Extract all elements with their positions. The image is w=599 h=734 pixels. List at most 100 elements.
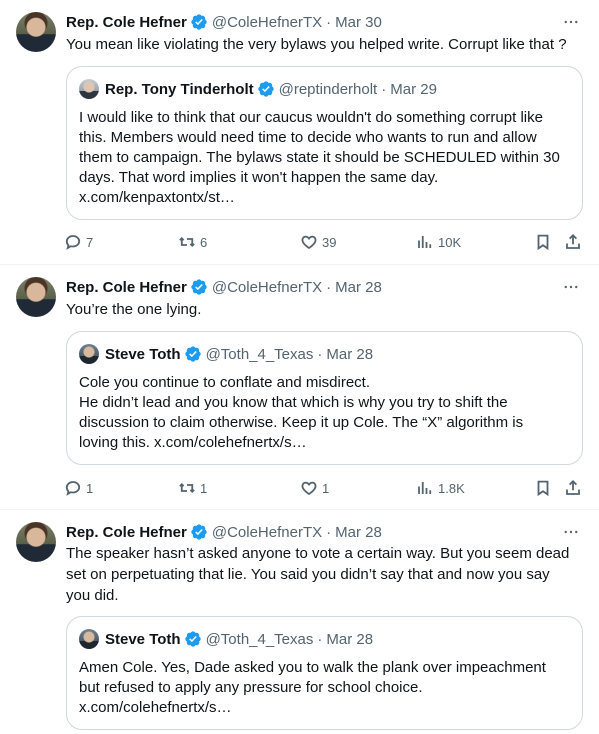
quoted-date: Mar 29	[390, 80, 437, 98]
share-button[interactable]	[564, 232, 582, 252]
share-button[interactable]	[564, 478, 582, 498]
tweet-header: Rep. Cole Hefner @ColeHefnerTX · Mar 28	[66, 522, 382, 542]
views-count: 1.8K	[438, 480, 465, 496]
tweet-date[interactable]: Mar 30	[335, 14, 382, 31]
author-handle[interactable]: @ColeHefnerTX	[212, 279, 322, 296]
author-name[interactable]: Rep. Cole Hefner	[66, 279, 187, 296]
quoted-avatar	[79, 629, 99, 649]
reply-icon	[64, 233, 82, 251]
separator-dot: ·	[326, 13, 332, 31]
quoted-text-line: them to campaign. The bylaws state it sh…	[79, 149, 560, 166]
like-count: 1	[322, 480, 330, 496]
tweet-actions: 1 1 1 1.8K	[62, 478, 586, 498]
verified-badge-icon	[191, 524, 207, 540]
verified-badge-icon	[184, 631, 201, 647]
verified-badge-icon	[257, 81, 274, 97]
quoted-tweet-header: Steve Toth @Toth_4_Texas · Mar 28	[79, 344, 373, 364]
tweet[interactable]: Rep. Cole Hefner @ColeHefnerTX · Mar 28 …	[0, 265, 599, 510]
quoted-date: Mar 28	[326, 630, 374, 648]
quoted-tweet[interactable]: Steve Toth @Toth_4_Texas · Mar 28 Cole y…	[66, 331, 583, 465]
tweet-actions: 7 6 39 10K	[62, 232, 586, 252]
share-icon	[564, 233, 582, 251]
more-options-icon[interactable]	[561, 277, 581, 297]
bookmark-button[interactable]	[534, 478, 552, 498]
quoted-author-name: Steve Toth	[105, 630, 181, 648]
verified-badge-icon	[184, 346, 201, 362]
tweet-date[interactable]: Mar 28	[335, 524, 382, 541]
quoted-avatar	[79, 79, 99, 99]
reply-count: 1	[86, 480, 94, 496]
separator-dot: ·	[381, 80, 387, 98]
quoted-text: Amen Cole. Yes, Dade asked you to walk t…	[79, 658, 574, 718]
quoted-text-line: loving this. x.com/colehefnertx/s…	[79, 434, 307, 451]
more-options-icon[interactable]	[561, 522, 581, 542]
tweet-header: Rep. Cole Hefner @ColeHefnerTX · Mar 28	[66, 277, 382, 297]
avatar[interactable]	[16, 12, 56, 52]
reply-count: 7	[86, 234, 94, 250]
repost-count: 1	[200, 480, 208, 496]
quoted-author-name: Steve Toth	[105, 345, 181, 363]
verified-badge-icon	[191, 14, 207, 30]
tweet-text: You’re the one lying.	[66, 301, 202, 318]
bookmark-icon	[534, 233, 552, 251]
quoted-author-handle: @Toth_4_Texas	[205, 630, 314, 648]
author-name[interactable]: Rep. Cole Hefner	[66, 524, 187, 541]
author-name[interactable]: Rep. Cole Hefner	[66, 14, 187, 31]
quoted-text: I would like to think that our caucus wo…	[79, 108, 574, 208]
heart-icon	[300, 233, 318, 251]
more-options-icon[interactable]	[561, 12, 581, 32]
quoted-author-handle: @reptinderholt	[278, 80, 378, 98]
tweet-date[interactable]: Mar 28	[335, 279, 382, 296]
quoted-author-handle: @Toth_4_Texas	[205, 345, 314, 363]
quoted-link[interactable]: x.com/kenpaxtontx/st…	[79, 188, 574, 208]
tweet-text: The speaker hasn’t asked anyone to vote …	[66, 543, 586, 606]
quoted-text-line: Cole you continue to conflate and misdir…	[79, 374, 370, 391]
repost-button[interactable]: 6	[178, 232, 207, 252]
like-button[interactable]: 39	[300, 232, 336, 252]
like-button[interactable]: 1	[300, 478, 329, 498]
bookmark-button[interactable]	[534, 232, 552, 252]
quoted-text-line: He didn’t lead and you know that which i…	[79, 394, 508, 411]
quoted-text-line: days. That word implies it won't happen …	[79, 169, 439, 186]
tweet[interactable]: Rep. Cole Hefner @ColeHefnerTX · Mar 28 …	[0, 510, 599, 734]
quoted-tweet[interactable]: Steve Toth @Toth_4_Texas · Mar 28 Amen C…	[66, 616, 583, 730]
heart-icon	[300, 479, 318, 497]
quoted-avatar	[79, 344, 99, 364]
separator-dot: ·	[326, 278, 332, 296]
separator-dot: ·	[326, 523, 332, 541]
quoted-text-line: I would like to think that our caucus wo…	[79, 109, 543, 126]
tweet-text-line: you did.	[66, 587, 119, 604]
reply-button[interactable]: 7	[64, 232, 93, 252]
repost-icon	[178, 479, 196, 497]
tweet-text-line: The speaker hasn’t asked anyone to vote …	[66, 545, 570, 562]
tweet-text: You mean like violating the very bylaws …	[66, 36, 567, 53]
quoted-tweet-header: Steve Toth @Toth_4_Texas · Mar 28	[79, 629, 373, 649]
author-handle[interactable]: @ColeHefnerTX	[212, 524, 322, 541]
quoted-text-line: Amen Cole. Yes, Dade asked you to walk t…	[79, 659, 546, 676]
separator-dot: ·	[317, 345, 323, 363]
views-count: 10K	[438, 234, 462, 250]
quoted-text-line: but refused to apply any pressure for sc…	[79, 679, 423, 696]
quoted-tweet[interactable]: Rep. Tony Tinderholt @reptinderholt · Ma…	[66, 66, 583, 220]
views-button[interactable]: 1.8K	[416, 478, 465, 498]
avatar[interactable]	[16, 522, 56, 562]
tweet-text-line: set on perpetuating that lie. You said y…	[66, 566, 550, 583]
tweet[interactable]: Rep. Cole Hefner @ColeHefnerTX · Mar 30 …	[0, 0, 599, 265]
verified-badge-icon	[191, 279, 207, 295]
repost-count: 6	[200, 234, 208, 250]
author-handle[interactable]: @ColeHefnerTX	[212, 14, 322, 31]
views-button[interactable]: 10K	[416, 232, 461, 252]
like-count: 39	[322, 234, 337, 250]
share-icon	[564, 479, 582, 497]
views-chart-icon	[416, 233, 434, 251]
repost-button[interactable]: 1	[178, 478, 207, 498]
reply-button[interactable]: 1	[64, 478, 93, 498]
quoted-tweet-header: Rep. Tony Tinderholt @reptinderholt · Ma…	[79, 79, 437, 99]
quoted-author-name: Rep. Tony Tinderholt	[105, 80, 254, 98]
reply-icon	[64, 479, 82, 497]
quoted-date: Mar 28	[326, 345, 374, 363]
separator-dot: ·	[317, 630, 323, 648]
tweet-header: Rep. Cole Hefner @ColeHefnerTX · Mar 30	[66, 12, 382, 32]
avatar[interactable]	[16, 277, 56, 317]
quoted-link[interactable]: x.com/colehefnertx/s…	[79, 698, 574, 718]
